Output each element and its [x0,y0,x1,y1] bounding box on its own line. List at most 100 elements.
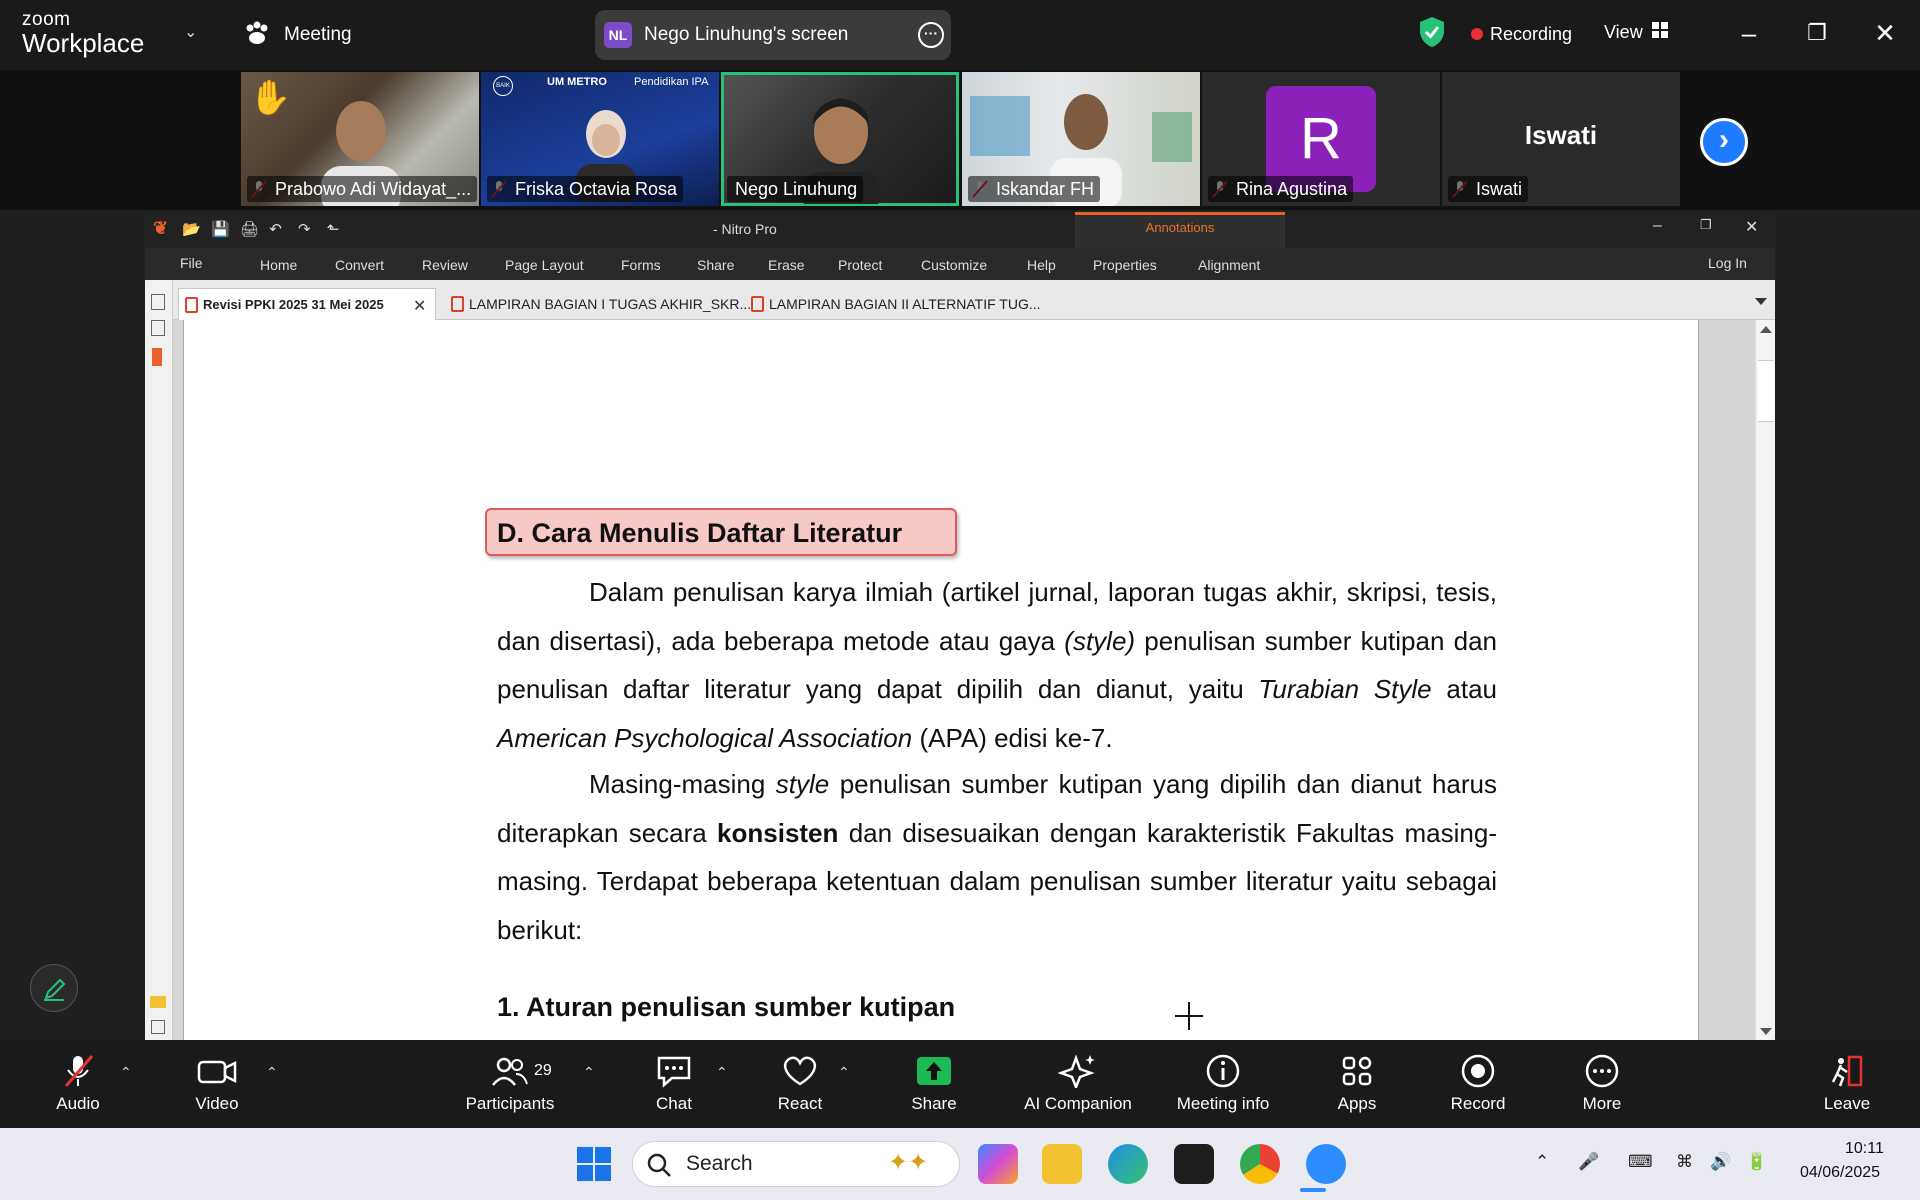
close-window-button[interactable]: ✕ [1870,18,1900,48]
recording-label[interactable]: Recording [1490,24,1572,45]
react-button[interactable]: React [760,1054,840,1114]
tab-file[interactable]: File [180,255,203,271]
file-explorer-icon[interactable] [1042,1144,1082,1184]
chrome-browser-icon[interactable] [1240,1144,1280,1184]
document-tab-active[interactable]: Revisi PPKI 2025 31 Mei 2025 [178,288,436,320]
grid-view-icon[interactable] [1652,22,1668,38]
leave-button[interactable]: Leave [1807,1054,1887,1114]
meeting-label[interactable]: Meeting [284,24,352,46]
tab-alignment[interactable]: Alignment [1198,257,1260,273]
zoom-logo-workplace: Workplace [22,28,145,58]
tab-page-layout[interactable]: Page Layout [505,257,584,273]
view-menu[interactable]: View [1604,22,1643,43]
document-tab-label: LAMPIRAN BAGIAN I TUGAS AKHIR_SKR... [469,296,752,312]
subsection-heading: 1. Aturan penulisan sumber kutipan [497,992,956,1022]
tab-erase[interactable]: Erase [768,257,805,273]
video-button[interactable]: Video [177,1054,257,1114]
tab-help[interactable]: Help [1027,257,1056,273]
participant-name: Rina Agustina [1208,176,1354,202]
chat-button[interactable]: Chat [634,1054,714,1114]
paragraph-italic: American Psychological Association [497,722,913,753]
search-panel-icon[interactable] [151,320,165,336]
scroll-down-icon[interactable] [1760,1028,1772,1035]
encryption-shield-icon[interactable] [1418,16,1446,48]
show-hidden-icons-chevron-icon[interactable]: ⌃ [1535,1152,1549,1172]
volume-icon[interactable]: 🔊 [1710,1152,1731,1172]
tab-forms[interactable]: Forms [621,257,661,273]
copilot-app-icon[interactable] [978,1144,1018,1184]
participant-tile[interactable]: Iswati Iswati [1442,72,1680,206]
save-icon[interactable]: 💾 [211,221,230,238]
restore-window-button[interactable]: ❐ [1802,18,1832,48]
nitro-restore-button[interactable]: ❐ [1700,217,1712,233]
tab-home[interactable]: Home [260,257,297,273]
clock-date[interactable]: 04/06/2025 [1800,1164,1880,1182]
apps-button[interactable]: Apps [1317,1054,1397,1114]
open-icon[interactable]: 📂 [182,221,201,238]
meeting-info-button[interactable]: Meeting info [1163,1054,1283,1114]
document-tab[interactable]: LAMPIRAN BAGIAN II ALTERNATIF TUG... [745,288,1041,320]
comments-icon[interactable] [150,996,166,1008]
participants-options-chevron-icon[interactable]: ⌃ [583,1064,595,1081]
video-options-chevron-icon[interactable]: ⌃ [266,1064,278,1081]
tab-list-dropdown-icon[interactable] [1755,298,1767,305]
record-icon [1461,1054,1495,1088]
more-options-icon[interactable]: ··· [918,22,944,48]
attachments-icon[interactable] [151,1020,165,1034]
tab-protect[interactable]: Protect [838,257,882,273]
react-options-chevron-icon[interactable]: ⌃ [838,1064,850,1081]
undo-icon[interactable]: ↶ [269,221,282,238]
wifi-icon[interactable]: ⌘ [1676,1152,1693,1172]
keyboard-icon[interactable]: ⌨ [1628,1152,1653,1172]
participant-tile[interactable]: ✋ Prabowo Adi Widayat_... [241,72,479,206]
windows-start-icon[interactable] [576,1146,612,1182]
more-button[interactable]: More [1562,1054,1642,1114]
document-tab[interactable]: LAMPIRAN BAGIAN I TUGAS AKHIR_SKR... [445,288,751,320]
ai-companion-button[interactable]: AI Companion [1013,1054,1143,1114]
react-label: React [777,1094,823,1113]
tab-customize[interactable]: Customize [921,257,987,273]
chevron-down-icon[interactable]: ⌄ [184,22,197,42]
vertical-scrollbar[interactable] [1755,320,1775,1040]
nitro-close-button[interactable]: ✕ [1745,217,1758,237]
clock-time[interactable]: 10:11 [1845,1140,1884,1158]
audio-options-chevron-icon[interactable]: ⌃ [120,1064,132,1081]
print-icon[interactable]: 🖨 [240,221,259,238]
paragraph-1: Dalam penulisan karya ilmiah (artikel ju… [497,568,1497,762]
participants-button[interactable]: Participants [450,1054,570,1114]
login-button[interactable]: Log In [1708,255,1747,271]
tab-convert[interactable]: Convert [335,257,384,273]
next-page-arrow-icon[interactable]: › [1700,118,1748,166]
edge-browser-icon[interactable] [1108,1144,1148,1184]
close-tab-icon[interactable]: ✕ [413,296,426,316]
pdf-file-icon [451,296,464,312]
scroll-thumb[interactable] [1758,360,1774,422]
nitro-minimize-button[interactable]: – [1653,217,1662,235]
tab-properties[interactable]: Properties [1093,257,1157,273]
participant-tile[interactable]: R Rina Agustina [1202,72,1440,206]
participant-tile[interactable]: BAIK UM METRO Pendidikan IPA Friska Octa… [481,72,719,206]
share-screen-button[interactable]: Share [894,1054,974,1114]
participant-tile[interactable]: Iskandar FH [962,72,1200,206]
participant-tile-active-speaker[interactable]: Nego Linuhung [721,72,959,206]
bookmark-icon[interactable] [152,348,162,366]
annotate-pen-button[interactable] [30,964,78,1012]
screen-share-label: Nego Linuhung's screen [644,24,849,45]
redo-icon[interactable]: ↷ [298,221,311,238]
pages-panel-icon[interactable] [151,294,165,310]
tab-share[interactable]: Share [697,257,734,273]
select-tool-icon[interactable]: ⬑ [327,221,340,238]
crosshair-cursor-icon [1175,1002,1203,1030]
battery-icon[interactable]: 🔋 [1746,1152,1767,1172]
participant-name: Friska Octavia Rosa [487,176,684,202]
microphone-in-use-icon[interactable]: 🎤 [1578,1152,1599,1172]
zoom-app-icon[interactable] [1306,1144,1346,1184]
chat-options-chevron-icon[interactable]: ⌃ [716,1064,728,1081]
scroll-up-icon[interactable] [1760,326,1772,333]
record-button[interactable]: Record [1438,1054,1518,1114]
tab-review[interactable]: Review [422,257,468,273]
audio-button[interactable]: Audio [38,1054,118,1114]
minimize-window-button[interactable]: – [1734,18,1764,48]
sticky-notes-icon[interactable] [1174,1144,1214,1184]
meeting-paw-icon[interactable] [243,20,271,48]
